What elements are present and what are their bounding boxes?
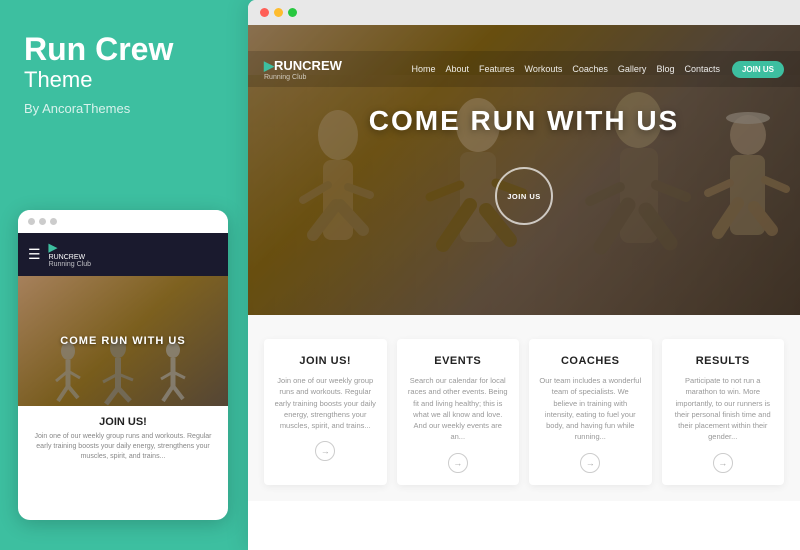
browser-titlebar: [248, 0, 800, 25]
card-events: EVENTS Search our calendar for local rac…: [397, 339, 520, 485]
mobile-join-title: JOIN US!: [28, 416, 218, 428]
mobile-dot-1: [28, 218, 35, 225]
nav-links: Home About Features Workouts Coaches Gal…: [411, 64, 720, 74]
card-results-arrow[interactable]: →: [713, 453, 733, 473]
card-join-text: Join one of our weekly group runs and wo…: [274, 375, 377, 431]
mobile-dots: [18, 210, 228, 233]
nav-features[interactable]: Features: [479, 64, 515, 74]
nav-about[interactable]: About: [445, 64, 469, 74]
mobile-card-section: JOIN US! Join one of our weekly group ru…: [18, 406, 228, 471]
nav-contacts[interactable]: Contacts: [684, 64, 720, 74]
card-events-title: EVENTS: [407, 355, 510, 367]
mobile-preview: ☰ ▶RUNCREW Running Club: [18, 210, 228, 520]
left-panel: Run Crew Theme By AncoraThemes ☰ ▶RUNCRE…: [0, 0, 248, 550]
mobile-logo: ▶RUNCREW Running Club: [49, 241, 91, 268]
nav-workouts[interactable]: Workouts: [525, 64, 563, 74]
card-results-title: RESULTS: [672, 355, 775, 367]
cards-section: JOIN US! Join one of our weekly group ru…: [248, 315, 800, 501]
hamburger-icon[interactable]: ☰: [28, 246, 41, 263]
card-join: JOIN US! Join one of our weekly group ru…: [264, 339, 387, 485]
card-coaches-text: Our team includes a wonderful team of sp…: [539, 375, 642, 443]
card-coaches-arrow[interactable]: →: [580, 453, 600, 473]
site-nav: ▶RUNCREW Running Club Home About Feature…: [248, 51, 800, 87]
mobile-nav: ☰ ▶RUNCREW Running Club: [18, 233, 228, 276]
mobile-dot-3: [50, 218, 57, 225]
card-join-arrow[interactable]: →: [315, 441, 335, 461]
mobile-hero: COME RUN WITH US: [18, 276, 228, 406]
hero-section: ▶RUNCREW Running Club Home About Feature…: [248, 25, 800, 315]
site-logo-wrap: ▶RUNCREW Running Club: [264, 58, 342, 81]
hero-join-button[interactable]: JOIN US: [495, 167, 553, 225]
nav-blog[interactable]: Blog: [656, 64, 674, 74]
card-events-arrow[interactable]: →: [448, 453, 468, 473]
mobile-logo-wrap: ▶RUNCREW Running Club: [49, 241, 91, 268]
nav-gallery[interactable]: Gallery: [618, 64, 647, 74]
mobile-hero-title: COME RUN WITH US: [60, 335, 185, 347]
nav-coaches[interactable]: Coaches: [572, 64, 608, 74]
site-logo: ▶RUNCREW: [264, 58, 342, 74]
browser-minimize-dot[interactable]: [274, 8, 283, 17]
nav-join-button[interactable]: JOIN US: [732, 61, 784, 78]
brand-sub: Theme: [24, 67, 224, 93]
card-join-title: JOIN US!: [274, 355, 377, 367]
card-results: RESULTS Participate to not run a maratho…: [662, 339, 785, 485]
card-results-text: Participate to not run a marathon to win…: [672, 375, 775, 443]
card-coaches: COACHES Our team includes a wonderful te…: [529, 339, 652, 485]
byline: By AncoraThemes: [24, 101, 224, 116]
nav-home[interactable]: Home: [411, 64, 435, 74]
browser-panel: ▶RUNCREW Running Club Home About Feature…: [248, 0, 800, 550]
brand-title: Run Crew: [24, 32, 224, 67]
browser-close-dot[interactable]: [260, 8, 269, 17]
site-logo-sub: Running Club: [264, 74, 342, 81]
mobile-join-text: Join one of our weekly group runs and wo…: [28, 432, 218, 461]
card-events-text: Search our calendar for local races and …: [407, 375, 510, 443]
mobile-dot-2: [39, 218, 46, 225]
card-coaches-title: COACHES: [539, 355, 642, 367]
hero-title: COME RUN WITH US: [248, 105, 800, 137]
browser-maximize-dot[interactable]: [288, 8, 297, 17]
